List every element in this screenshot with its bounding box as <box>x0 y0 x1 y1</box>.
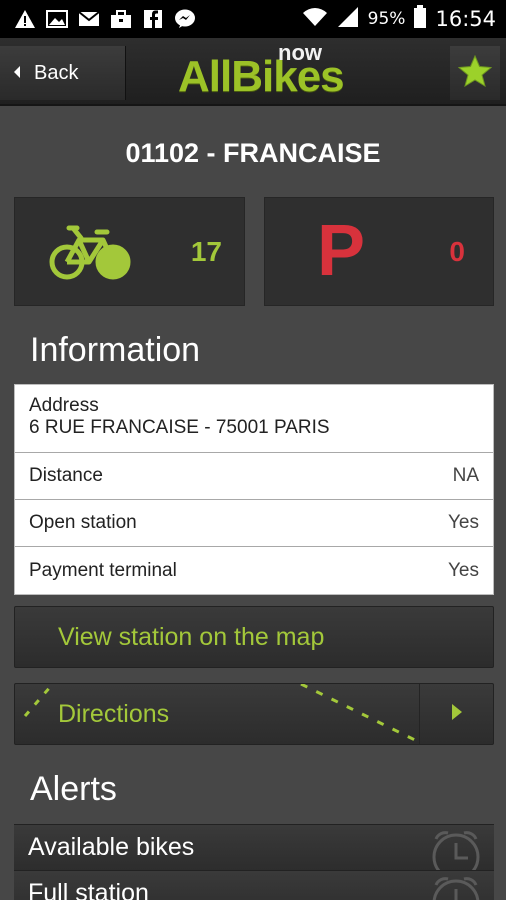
app-logo: AllBikes now <box>178 40 345 102</box>
battery-icon <box>413 4 427 34</box>
distance-row: Distance NA <box>15 453 493 500</box>
wifi-icon <box>302 6 328 33</box>
alerts-heading: Alerts <box>30 770 117 808</box>
information-heading: Information <box>30 331 201 369</box>
view-on-map-label: View station on the map <box>58 622 325 651</box>
row-value: NA <box>452 465 479 486</box>
parking-count: 0 <box>449 236 465 267</box>
status-bar: 95% 16:54 <box>0 0 506 38</box>
alert-full-station[interactable]: Full station <box>14 870 494 900</box>
mail-icon <box>78 9 100 29</box>
alarm-clock-icon <box>428 873 484 900</box>
action-bar: Back AllBikes now <box>0 38 506 106</box>
back-button-label: Back <box>34 61 79 84</box>
favorite-button[interactable] <box>450 46 500 100</box>
play-arrow-icon <box>450 700 464 729</box>
back-button[interactable]: Back <box>0 46 126 100</box>
alert-label: Full station <box>28 879 149 900</box>
parking-available-tile: P 0 <box>264 197 494 306</box>
row-value: Yes <box>448 512 479 533</box>
warning-icon <box>14 9 36 29</box>
notification-icons <box>14 9 196 29</box>
information-table: Address 6 RUE FRANCAISE - 75001 PARIS Di… <box>14 384 494 595</box>
signal-icon <box>336 6 360 33</box>
briefcase-icon <box>110 9 132 29</box>
address-value: 6 RUE FRANCAISE - 75001 PARIS <box>29 417 330 438</box>
alarm-clock-icon <box>428 827 484 870</box>
system-status: 95% 16:54 <box>302 4 496 34</box>
alert-available-bikes[interactable]: Available bikes <box>14 824 494 870</box>
station-title: 01102 - FRANCAISE <box>125 138 381 168</box>
view-on-map-button[interactable]: View station on the map <box>14 606 494 668</box>
address-row: Address 6 RUE FRANCAISE - 75001 PARIS <box>15 385 493 453</box>
back-arrow-icon <box>12 62 22 85</box>
messenger-icon <box>174 9 196 29</box>
star-icon <box>457 54 493 91</box>
parking-icon: P <box>317 211 366 291</box>
open-station-row: Open station Yes <box>15 500 493 547</box>
directions-arrow[interactable] <box>419 684 493 744</box>
row-value: Yes <box>448 559 479 581</box>
bikes-count: 17 <box>190 236 222 267</box>
alert-label: Available bikes <box>28 833 195 861</box>
image-icon <box>46 9 68 29</box>
bike-icon <box>49 224 133 286</box>
row-label: Distance <box>29 465 103 486</box>
directions-label: Directions <box>58 699 170 728</box>
battery-percent: 95% <box>367 9 406 29</box>
address-label: Address <box>29 395 99 416</box>
row-label: Payment terminal <box>29 559 177 581</box>
facebook-icon <box>142 9 164 29</box>
payment-terminal-row: Payment terminal Yes <box>15 547 493 594</box>
logo-sub-text: now <box>278 40 322 65</box>
row-label: Open station <box>29 512 137 533</box>
directions-button[interactable]: Directions <box>14 683 494 745</box>
bikes-available-tile: 17 <box>14 197 245 306</box>
clock: 16:54 <box>435 7 496 31</box>
